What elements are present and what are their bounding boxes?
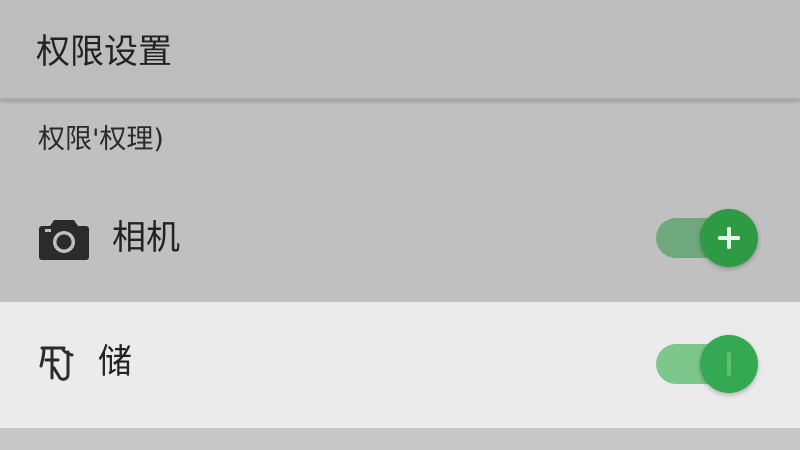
section-title: 权限'权理) [38, 124, 164, 155]
plus-icon [718, 227, 740, 249]
permission-label-camera: 相机 [112, 218, 180, 258]
app-header: 权限设置 [0, 0, 800, 100]
camera-icon [38, 214, 90, 262]
toggle-knob[interactable] [700, 209, 758, 267]
storage-permission-toggle[interactable] [656, 332, 760, 396]
bottom-divider [0, 428, 800, 450]
permissions-screen: 权限设置 权限'权理) 相机 储 [0, 0, 800, 450]
bar-icon [727, 352, 731, 376]
permission-row-storage[interactable]: 储 [0, 302, 800, 428]
page-title: 权限设置 [36, 32, 172, 72]
toggle-knob[interactable] [700, 335, 758, 393]
permission-label-storage: 储 [98, 342, 132, 382]
permission-row-camera[interactable]: 相机 [0, 176, 800, 300]
storage-icon [38, 338, 90, 386]
camera-permission-toggle[interactable] [656, 206, 760, 270]
